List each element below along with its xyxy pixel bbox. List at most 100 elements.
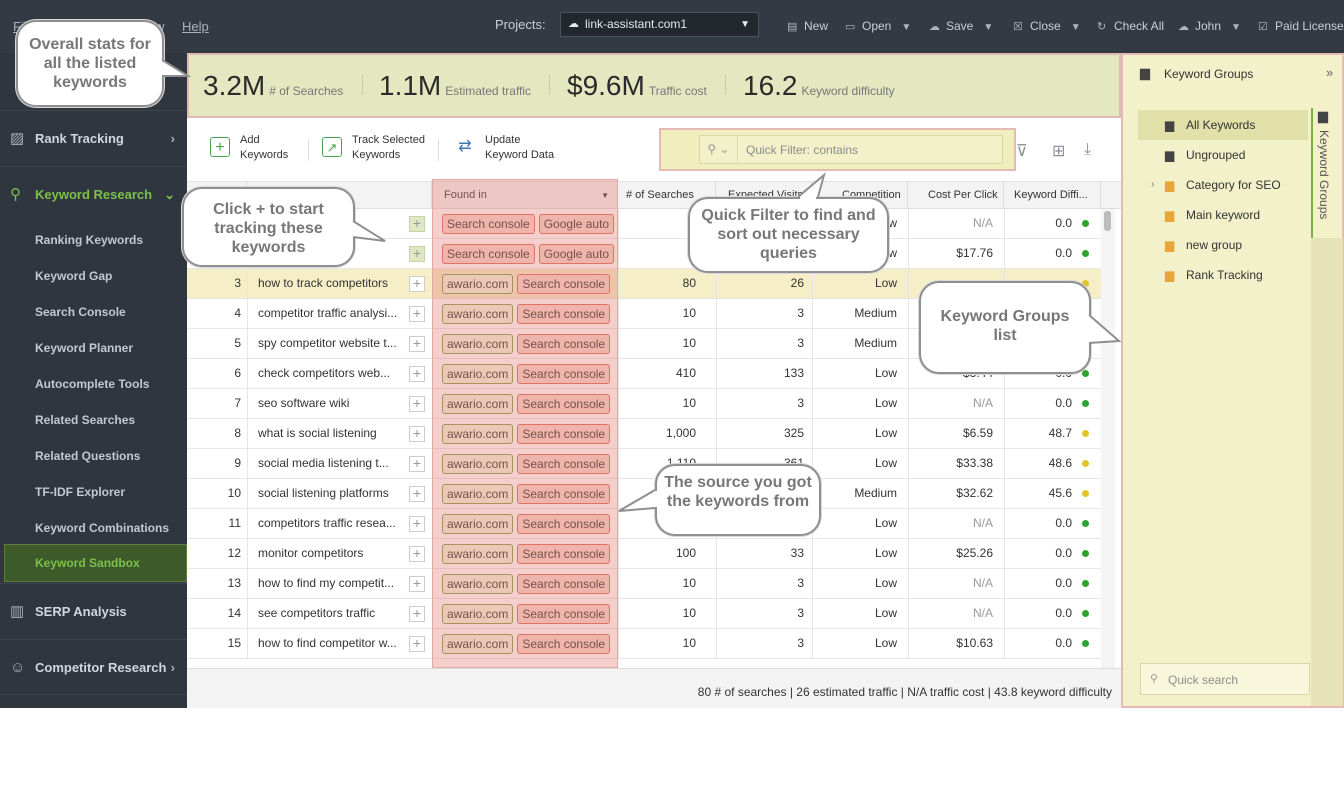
track-plus-button[interactable]: + xyxy=(409,246,425,262)
track-plus-button[interactable]: + xyxy=(409,576,425,592)
track-plus-button[interactable]: + xyxy=(409,336,425,352)
table-row[interactable]: 11 competitors traffic resea... + awario.co… xyxy=(187,509,1101,539)
track-plus-button[interactable]: + xyxy=(409,366,425,382)
groups-side-tab[interactable]: ▆ Keyword Groups xyxy=(1311,108,1335,238)
stat-difficulty: 16.2 Keyword difficulty xyxy=(743,70,895,102)
chevron-down-icon[interactable]: ▼ xyxy=(1071,22,1081,33)
vertical-scrollbar[interactable] xyxy=(1101,209,1115,668)
track-plus-button[interactable]: + xyxy=(409,426,425,442)
quick-filter-input[interactable]: Quick Filter: contains xyxy=(746,143,858,157)
group-item[interactable]: ▆ Main keyword xyxy=(1138,200,1308,230)
check-all-button[interactable]: ↻ Check All xyxy=(1097,19,1164,33)
callout-source-text: The source you got the keywords from xyxy=(664,474,812,510)
table-row[interactable]: 15 how to find competitor w... + awario.com… xyxy=(187,629,1101,659)
chevron-down-icon[interactable]: ▼ xyxy=(983,22,993,33)
track-plus-button[interactable]: + xyxy=(409,546,425,562)
group-item[interactable]: ▆ new group xyxy=(1138,230,1308,260)
scroll-thumb[interactable] xyxy=(1104,211,1111,231)
open-button[interactable]: ▭ Open ▼ xyxy=(845,19,911,33)
table-row[interactable]: 9 social media listening t... + awario.com S… xyxy=(187,449,1101,479)
track-selected-label-2: Keywords xyxy=(352,149,401,161)
user-button[interactable]: ☁ John ▼ xyxy=(1178,19,1241,33)
quick-filter[interactable]: ⚲ ⌄ Quick Filter: contains xyxy=(699,135,1003,164)
divider xyxy=(362,75,363,95)
table-row[interactable]: 12 monitor competitors + awario.com Search c… xyxy=(187,539,1101,569)
nav-competitor-research[interactable]: ☺ Competitor Research › xyxy=(0,639,187,695)
nav-keyword-research[interactable]: ⚲ Keyword Research ⌄ xyxy=(0,166,187,222)
close-label: Close xyxy=(1030,19,1061,33)
stat-value: 16.2 xyxy=(743,70,798,101)
sidebar: ▨ Rank Tracking › ⚲ Keyword Research ⌄ R… xyxy=(0,53,187,708)
stat-value: 3.2M xyxy=(203,70,266,101)
nav-serp-analysis-label: SERP Analysis xyxy=(35,604,127,619)
chevron-down-icon[interactable]: ▼ xyxy=(901,22,911,33)
col-difficulty[interactable]: Keyword Diffi... xyxy=(1004,182,1101,209)
track-plus-button[interactable]: + xyxy=(409,306,425,322)
sidebar-item-keyword-planner[interactable]: Keyword Planner xyxy=(35,341,133,355)
quick-search[interactable]: ⚲ Quick search xyxy=(1140,663,1310,695)
menu-help[interactable]: Help xyxy=(182,19,209,34)
add-keywords-button[interactable]: + Add Keywords xyxy=(210,133,288,163)
competition-cell: Medium xyxy=(854,486,897,500)
chevron-right-icon[interactable]: › xyxy=(1151,170,1154,200)
callout-filter: Quick Filter to find and sort out necess… xyxy=(688,172,889,273)
save-button[interactable]: ☁ Save ▼ xyxy=(929,19,993,33)
sidebar-item-search-console[interactable]: Search Console xyxy=(35,305,126,319)
new-button[interactable]: ▤ New xyxy=(787,19,828,33)
nav-serp-analysis[interactable]: ▥ SERP Analysis xyxy=(0,583,187,639)
track-plus-button[interactable]: + xyxy=(409,396,425,412)
track-plus-button[interactable]: + xyxy=(409,276,425,292)
competition-cell: Low xyxy=(874,366,897,380)
group-item[interactable]: ▆ Rank Tracking xyxy=(1138,260,1308,290)
nav-rank-tracking[interactable]: ▨ Rank Tracking › xyxy=(0,110,187,166)
group-item[interactable]: › ▆ Category for SEO xyxy=(1138,170,1308,200)
searches-cell: 100 xyxy=(675,546,696,560)
update-keyword-data-button[interactable]: ⇄ Update Keyword Data xyxy=(458,133,554,163)
collapse-icon[interactable]: » xyxy=(1326,65,1333,80)
project-select[interactable]: ☁ link-assistant.com1 ▼ xyxy=(560,12,759,37)
track-plus-button[interactable]: + xyxy=(409,456,425,472)
sidebar-item-related-searches[interactable]: Related Searches xyxy=(35,413,135,427)
filter-icon[interactable]: ⊽ xyxy=(1016,141,1028,161)
table-row[interactable]: 7 seo software wiki + awario.com Search cons… xyxy=(187,389,1101,419)
callout-groups: Keyword Groups list xyxy=(919,281,1122,374)
table-row[interactable]: 8 what is social listening + awario.com Sear… xyxy=(187,419,1101,449)
callout-plus-text: Click + to start tracking these keywords xyxy=(213,201,324,256)
cpc-cell: N/A xyxy=(972,396,993,410)
stat-label: Estimated traffic xyxy=(445,84,532,98)
difficulty-dot xyxy=(1082,520,1089,527)
license-button[interactable]: ☑ Paid License xyxy=(1258,19,1344,33)
track-selected-button[interactable]: ↗ Track Selected Keywords xyxy=(322,133,425,163)
difficulty-dot xyxy=(1082,220,1089,227)
groups-title: Keyword Groups xyxy=(1164,67,1254,81)
track-plus-button[interactable]: + xyxy=(409,636,425,652)
cpc-cell: $25.26 xyxy=(956,546,993,560)
track-plus-button[interactable]: + xyxy=(409,606,425,622)
sidebar-item-keyword-gap[interactable]: Keyword Gap xyxy=(35,269,112,283)
col-cpc[interactable]: Cost Per Click xyxy=(908,182,1004,209)
checkbox-icon: ☑ xyxy=(1258,21,1268,33)
track-plus-button[interactable]: + xyxy=(409,486,425,502)
sidebar-item-ranking-keywords[interactable]: Ranking Keywords xyxy=(35,233,143,247)
chevron-down-icon[interactable]: ▼ xyxy=(1231,22,1241,33)
grid-icon[interactable]: ⊞ xyxy=(1052,141,1065,161)
track-plus-button[interactable]: + xyxy=(409,516,425,532)
sidebar-item-related-questions[interactable]: Related Questions xyxy=(35,449,140,463)
export-icon[interactable]: ⤓ xyxy=(1084,141,1091,159)
callout-pointer xyxy=(618,489,658,512)
sidebar-item-keyword-sandbox[interactable]: Keyword Sandbox xyxy=(4,544,187,582)
cpc-cell: N/A xyxy=(972,516,993,530)
group-item[interactable]: ▆ All Keywords xyxy=(1138,110,1308,140)
sidebar-item-autocomplete-tools[interactable]: Autocomplete Tools xyxy=(35,377,149,391)
search-icon[interactable]: ⚲ ⌄ xyxy=(700,136,738,163)
group-item[interactable]: ▆ Ungrouped xyxy=(1138,140,1308,170)
stat-searches: 3.2M # of Searches xyxy=(203,70,343,102)
table-row[interactable]: 13 how to find my competit... + awario.com S… xyxy=(187,569,1101,599)
rank-tracking-icon: ▨ xyxy=(10,130,25,147)
track-plus-button[interactable]: + xyxy=(409,216,425,232)
close-button[interactable]: ☒ Close ▼ xyxy=(1013,19,1081,33)
sidebar-item-tf-idf-explorer[interactable]: TF-IDF Explorer xyxy=(35,485,125,499)
table-row[interactable]: 14 see competitors traffic + awario.com Sear… xyxy=(187,599,1101,629)
quick-search-input[interactable]: Quick search xyxy=(1168,673,1238,687)
sidebar-item-keyword-combinations[interactable]: Keyword Combinations xyxy=(35,521,169,535)
